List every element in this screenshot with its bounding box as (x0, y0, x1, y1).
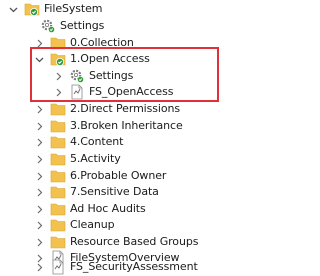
folder-icon (50, 151, 67, 167)
tree-node-open-access[interactable]: 1.Open Access (34, 50, 150, 68)
tree-node-label: FS_OpenAccess (89, 85, 174, 98)
tree-node-label: Cleanup (70, 218, 115, 231)
chevron-down-icon[interactable] (8, 0, 18, 18)
folder-icon (50, 184, 67, 200)
chevron-right-icon[interactable] (34, 100, 44, 118)
chevron-right-icon[interactable] (34, 183, 44, 201)
gear-icon (69, 68, 86, 84)
tree-node-activity[interactable]: 5.Activity (34, 150, 121, 168)
report-icon (50, 259, 67, 275)
folder-check-icon (24, 1, 41, 17)
folder-icon (50, 101, 67, 117)
folder-check-icon (50, 51, 67, 67)
chevron-right-icon[interactable] (53, 83, 63, 101)
tree-node-label: 4.Content (70, 135, 124, 148)
tree-node-label: FileSystem (44, 2, 103, 15)
tree-node-label: 2.Direct Permissions (70, 102, 180, 115)
tree-node-fs-security-assessment[interactable]: FS_SecurityAssessment (34, 258, 198, 276)
folder-icon (50, 168, 67, 184)
tree-node-sensitive-data[interactable]: 7.Sensitive Data (34, 183, 159, 201)
chevron-right-icon[interactable] (34, 216, 44, 234)
tree-node-direct-permissions[interactable]: 2.Direct Permissions (34, 100, 180, 118)
tree-node-label: FS_SecurityAssessment (70, 260, 198, 273)
tree-node-label: 5.Activity (70, 152, 121, 165)
tree-node-settings[interactable]: Settings (24, 17, 104, 35)
tree-node-label: 1.Open Access (70, 52, 150, 65)
chevron-right-icon[interactable] (34, 133, 44, 151)
tree-node-fs-openaccess[interactable]: FS_OpenAccess (53, 83, 173, 101)
chevron-right-icon[interactable] (34, 258, 44, 276)
tree-node-cleanup[interactable]: Cleanup (34, 216, 115, 234)
tree-node-content[interactable]: 4.Content (34, 133, 123, 151)
tree-node-label: 7.Sensitive Data (70, 185, 159, 198)
file-system-tree: FileSystem Settings 0.Collection 1.Open … (0, 0, 273, 275)
folder-icon (50, 118, 67, 134)
tree-node-filesystem[interactable]: FileSystem (8, 0, 103, 18)
folder-icon (50, 234, 67, 250)
folder-icon (50, 217, 67, 233)
folder-icon (50, 201, 67, 217)
folder-icon (50, 134, 67, 150)
report-icon (69, 84, 86, 100)
folder-icon (50, 35, 67, 51)
tree-node-label: Settings (60, 19, 105, 32)
gear-icon (40, 18, 57, 34)
chevron-right-icon[interactable] (34, 150, 44, 168)
chevron-down-icon[interactable] (34, 50, 44, 68)
